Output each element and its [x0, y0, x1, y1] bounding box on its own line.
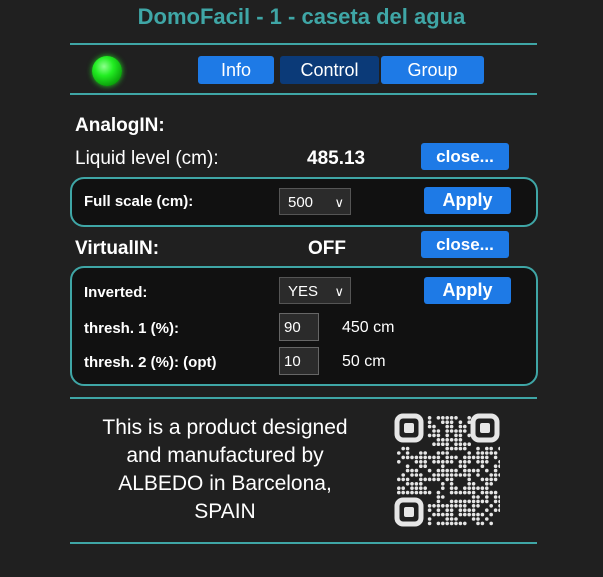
divider [70, 93, 537, 95]
page-title: DomoFacil - 1 - caseta del agua [137, 4, 466, 29]
tab-group[interactable]: Group [381, 56, 484, 84]
inverted-selected: YES [288, 283, 319, 300]
divider [70, 542, 537, 544]
qr-code-icon [394, 413, 500, 527]
footer-text: This is a product designed and manufactu… [70, 414, 380, 526]
thresh1-input[interactable]: 90 [279, 313, 319, 341]
full-scale-panel: Full scale (cm): 500 ∨ Apply [70, 177, 538, 227]
virtual-state-value: OFF [308, 238, 346, 259]
full-scale-label: Full scale (cm): [84, 193, 194, 210]
thresh2-input[interactable]: 10 [279, 347, 319, 375]
thresh2-cm: 50 cm [342, 353, 386, 370]
footer-line: SPAIN [194, 500, 256, 523]
inverted-select[interactable]: YES ∨ [279, 277, 351, 304]
tab-info[interactable]: Info [198, 56, 274, 84]
analog-section-title: AnalogIN: [75, 115, 165, 136]
full-scale-select[interactable]: 500 ∨ [279, 188, 351, 215]
liquid-level-value: 485.13 [307, 148, 366, 169]
status-led-icon [92, 56, 122, 86]
footer-line: ALBEDO in Barcelona, [118, 472, 332, 495]
virtual-panel: Inverted: YES ∨ Apply thresh. 1 (%): 90 … [70, 266, 538, 386]
virtual-apply-button[interactable]: Apply [424, 277, 511, 304]
analog-close-button[interactable]: close... [421, 143, 509, 170]
divider [70, 43, 537, 45]
footer-line: and manufactured by [126, 444, 324, 467]
tab-control[interactable]: Control [280, 56, 379, 84]
full-scale-apply-button[interactable]: Apply [424, 187, 511, 214]
chevron-down-icon: ∨ [334, 195, 344, 210]
divider [70, 397, 537, 399]
virtual-close-button[interactable]: close... [421, 231, 509, 258]
thresh1-cm: 450 cm [342, 319, 395, 336]
full-scale-selected: 500 [288, 194, 314, 211]
liquid-level-label: Liquid level (cm): [75, 148, 219, 169]
thresh1-label: thresh. 1 (%): [84, 320, 180, 337]
footer-line: This is a product designed [102, 416, 348, 439]
thresh2-label: thresh. 2 (%): (opt) [84, 354, 217, 371]
inverted-label: Inverted: [84, 284, 148, 301]
chevron-down-icon: ∨ [334, 284, 344, 299]
virtual-section-title: VirtualIN: [75, 238, 160, 259]
